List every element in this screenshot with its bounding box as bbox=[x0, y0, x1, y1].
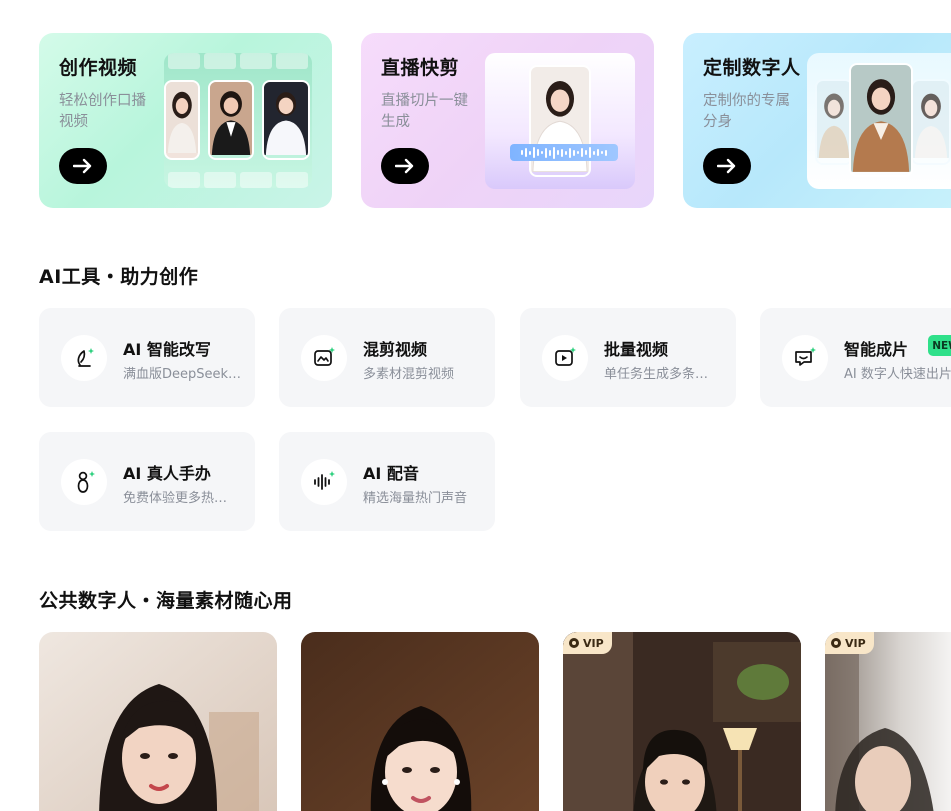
tool-name: AI 配音 bbox=[363, 464, 419, 483]
presenter-thumbnail bbox=[208, 80, 254, 160]
presenter-thumbnail bbox=[815, 79, 853, 165]
vip-icon bbox=[569, 638, 579, 648]
avatar-card[interactable]: VIP bbox=[825, 632, 951, 811]
vip-label: VIP bbox=[845, 636, 866, 650]
tool-name: AI 真人手办 bbox=[123, 464, 211, 483]
arrow-right-icon bbox=[395, 158, 414, 174]
pen-sparkle-icon bbox=[61, 335, 107, 381]
feature-card-desc: 定制你的专属分身 bbox=[703, 93, 790, 130]
audio-waveform bbox=[510, 144, 618, 161]
feature-card-create-video[interactable]: 创作视频 轻松创作口播视频 bbox=[39, 33, 332, 208]
play-sparkle-icon bbox=[542, 335, 588, 381]
avatar-card[interactable] bbox=[301, 632, 539, 811]
chat-sparkle-icon bbox=[782, 335, 828, 381]
tool-mix-cut-video[interactable]: 混剪视频 多素材混剪视频 bbox=[279, 308, 495, 407]
tool-name: 混剪视频 bbox=[363, 340, 428, 359]
custom-avatar-preview bbox=[807, 53, 951, 189]
vip-badge: VIP bbox=[563, 632, 612, 654]
feature-card-title: 定制数字人 bbox=[703, 57, 801, 79]
vip-label: VIP bbox=[583, 636, 604, 650]
presenter-thumbnail bbox=[849, 63, 913, 177]
presenter-thumbnail bbox=[164, 80, 200, 160]
avatar-card[interactable] bbox=[39, 632, 277, 811]
new-badge: NEW bbox=[928, 335, 951, 356]
feature-card-live-clip[interactable]: 直播快剪 直播切片一键生成 bbox=[361, 33, 654, 208]
tool-desc: 满血版DeepSeek… bbox=[123, 367, 242, 382]
avatar-photo bbox=[563, 632, 801, 811]
arrow-right-icon bbox=[717, 158, 736, 174]
feature-card-title: 创作视频 bbox=[59, 57, 138, 79]
figure-sparkle-icon bbox=[61, 459, 107, 505]
avatar-photo bbox=[301, 632, 539, 811]
live-clip-arrow-button[interactable] bbox=[381, 148, 429, 184]
avatars-section-title: 公共数字人・海量素材随心用 bbox=[39, 590, 293, 612]
feature-card-desc: 轻松创作口播视频 bbox=[59, 93, 146, 130]
tool-ai-voiceover[interactable]: AI 配音 精选海量热门声音 bbox=[279, 432, 495, 531]
tool-name: AI 智能改写 bbox=[123, 340, 211, 359]
create-video-arrow-button[interactable] bbox=[59, 148, 107, 184]
tool-smart-film[interactable]: 智能成片 NEW AI 数字人快速出片 bbox=[760, 308, 951, 407]
tool-desc: AI 数字人快速出片 bbox=[844, 367, 951, 382]
tool-ai-figure[interactable]: AI 真人手办 免费体验更多热… bbox=[39, 432, 255, 531]
presenter-thumbnail bbox=[911, 79, 951, 165]
avatar-photo bbox=[825, 632, 951, 811]
feature-card-custom-avatar[interactable]: 定制数字人 定制你的专属分身 bbox=[683, 33, 951, 208]
tool-name: 智能成片 bbox=[844, 340, 909, 359]
vip-icon bbox=[831, 638, 841, 648]
image-sparkle-icon bbox=[301, 335, 347, 381]
waveform-sparkle-icon bbox=[301, 459, 347, 505]
tools-section-title: AI工具・助力创作 bbox=[39, 266, 199, 288]
feature-card-desc: 直播切片一键生成 bbox=[381, 93, 468, 130]
tool-name: 批量视频 bbox=[604, 340, 669, 359]
live-clip-preview bbox=[485, 53, 635, 189]
tool-desc: 单任务生成多条… bbox=[604, 367, 709, 382]
arrow-right-icon bbox=[73, 158, 92, 174]
tool-desc: 免费体验更多热… bbox=[123, 491, 228, 506]
tool-desc: 精选海量热门声音 bbox=[363, 491, 468, 506]
tool-desc: 多素材混剪视频 bbox=[363, 367, 455, 382]
vip-badge: VIP bbox=[825, 632, 874, 654]
presenter-thumbnail bbox=[262, 80, 310, 160]
video-thumbnails-preview bbox=[164, 53, 312, 188]
custom-avatar-arrow-button[interactable] bbox=[703, 148, 751, 184]
avatar-photo bbox=[39, 632, 277, 811]
tool-batch-video[interactable]: 批量视频 单任务生成多条… bbox=[520, 308, 736, 407]
tool-ai-rewrite[interactable]: AI 智能改写 满血版DeepSeek… bbox=[39, 308, 255, 407]
avatar-card[interactable]: VIP bbox=[563, 632, 801, 811]
feature-card-title: 直播快剪 bbox=[381, 57, 460, 79]
